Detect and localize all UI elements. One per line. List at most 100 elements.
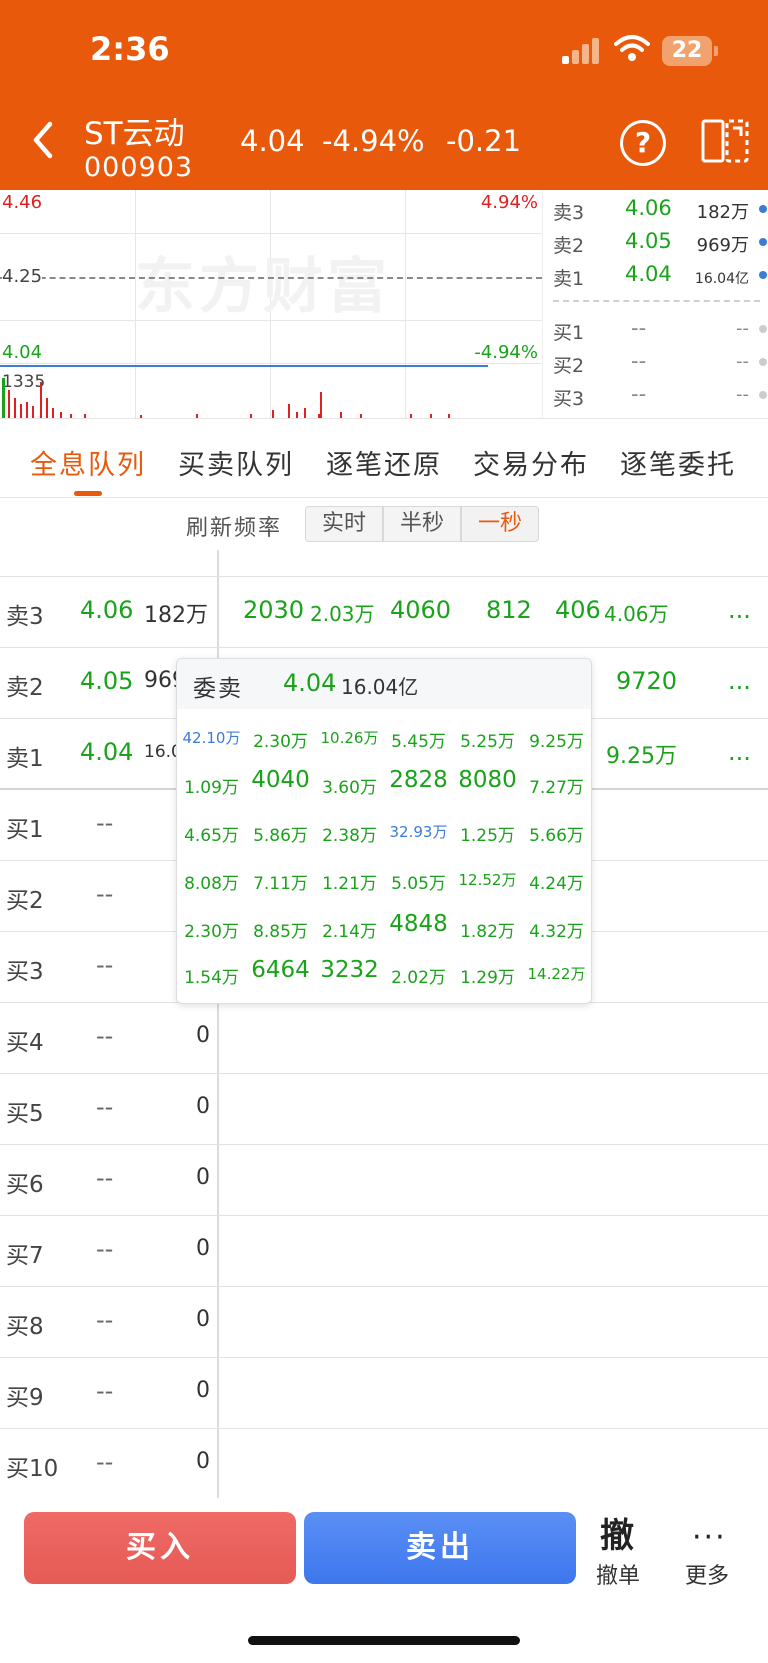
popup-cell: 4040 bbox=[251, 767, 310, 793]
dot-icon bbox=[759, 358, 767, 366]
chart-high-label: 4.46 bbox=[2, 192, 43, 213]
ob-buy2: 买2 -- -- bbox=[553, 347, 768, 377]
row-label: 买6 bbox=[6, 1172, 44, 1198]
row-volume: 182万 bbox=[144, 603, 208, 628]
table-row-partial bbox=[0, 550, 768, 577]
row-label: 卖3 bbox=[6, 604, 44, 630]
switch-layout-icon[interactable] bbox=[700, 118, 750, 164]
sell-button[interactable]: 卖出 bbox=[304, 1512, 576, 1584]
popup-cell: 10.26万 bbox=[320, 729, 379, 747]
ob-price: 4.06 bbox=[625, 196, 672, 220]
more-icon[interactable]: ··· bbox=[692, 1520, 727, 1555]
popup-cell: 7.11万 bbox=[253, 874, 308, 894]
ob-volume: -- bbox=[736, 318, 749, 339]
watermark: 东方财富 bbox=[135, 252, 391, 322]
queue-row-buy6[interactable]: 买6 -- 0 bbox=[0, 1145, 768, 1216]
row-volume: 0 bbox=[196, 1094, 210, 1119]
tab-tick-restore[interactable]: 逐笔还原 bbox=[326, 443, 442, 482]
ob-label: 卖2 bbox=[553, 235, 585, 257]
header-price: 4.04 bbox=[240, 124, 305, 158]
popup-cell: 1.29万 bbox=[460, 968, 515, 988]
row-price: -- bbox=[96, 1022, 114, 1050]
order-detail-popup[interactable]: 委卖 4.04 16.04亿 42.10万 2.30万 10.26万 5.45万 5.2… bbox=[176, 658, 592, 1004]
dot-icon bbox=[759, 205, 767, 213]
buy-button[interactable]: 买入 bbox=[24, 1512, 296, 1584]
help-icon[interactable]: ? bbox=[620, 120, 666, 166]
stock-name: ST云动 bbox=[84, 116, 185, 152]
popup-cell: 8.85万 bbox=[253, 922, 308, 942]
popup-cell: 9.25万 bbox=[529, 732, 584, 752]
row-label: 买2 bbox=[6, 888, 44, 914]
row-volume: 0 bbox=[196, 1165, 210, 1190]
tab-active-indicator bbox=[74, 491, 102, 496]
queue-cell: 4060 bbox=[390, 596, 452, 624]
dot-icon bbox=[759, 238, 767, 246]
wifi-icon bbox=[614, 35, 650, 61]
dot-icon bbox=[759, 271, 767, 279]
refresh-rate-label: 刷新频率 bbox=[186, 516, 283, 541]
row-label: 买1 bbox=[6, 817, 44, 843]
header-change: -0.21 bbox=[446, 124, 522, 158]
refresh-realtime[interactable]: 实时 bbox=[305, 506, 383, 542]
popup-cell: 2.30万 bbox=[184, 922, 239, 942]
row-price: 4.05 bbox=[80, 667, 134, 695]
cancel-order-icon[interactable]: 撤 bbox=[600, 1508, 634, 1557]
order-book-panel[interactable]: 卖3 4.06 182万 卖2 4.05 969万 卖1 4.04 16.04亿… bbox=[542, 190, 768, 418]
queue-row-buy8[interactable]: 买8 -- 0 bbox=[0, 1287, 768, 1358]
row-price: -- bbox=[96, 1235, 114, 1263]
chart-up-pct-label: 4.94% bbox=[480, 192, 538, 213]
intraday-chart[interactable]: 东方财富 4.46 4.94% 4.25 4.04 -4.94% 1335 bbox=[0, 190, 542, 418]
tab-tick-orders[interactable]: 逐笔委托 bbox=[620, 443, 736, 482]
chart-mid-label: 4.25 bbox=[2, 266, 43, 287]
popup-cell: 2.38万 bbox=[322, 826, 377, 846]
row-volume: 0 bbox=[196, 1236, 210, 1261]
popup-cell: 4.65万 bbox=[184, 826, 239, 846]
ob-buy3: 买3 -- -- bbox=[553, 380, 768, 410]
queue-cell: 9720 bbox=[616, 667, 678, 695]
prev-close-line bbox=[0, 277, 542, 279]
popup-cell: 2.14万 bbox=[322, 922, 377, 942]
popup-title: 委卖 bbox=[193, 676, 243, 702]
tab-bar: 全息队列 买卖队列 逐笔还原 交易分布 逐笔委托 bbox=[0, 418, 768, 498]
more-label[interactable]: 更多 bbox=[685, 1558, 729, 1590]
row-label: 卖2 bbox=[6, 675, 44, 701]
queue-row-buy7[interactable]: 买7 -- 0 bbox=[0, 1216, 768, 1287]
header-percent: -4.94% bbox=[322, 124, 425, 158]
queue-row-buy9[interactable]: 买9 -- 0 bbox=[0, 1358, 768, 1429]
queue-row-sell3[interactable]: 卖3 4.06 182万 2030 2.03万 4060 812 406 4.0… bbox=[0, 577, 768, 648]
queue-row-buy10[interactable]: 买10 -- 0 bbox=[0, 1429, 768, 1500]
queue-row-buy5[interactable]: 买5 -- 0 bbox=[0, 1074, 768, 1145]
tab-full-queue[interactable]: 全息队列 bbox=[30, 443, 146, 482]
back-icon[interactable] bbox=[28, 118, 58, 162]
queue-more[interactable]: ... bbox=[728, 667, 751, 695]
popup-cell: 14.22万 bbox=[527, 965, 586, 983]
home-indicator bbox=[248, 1636, 520, 1645]
queue-cell: 9.25万 bbox=[606, 744, 677, 769]
ob-price: 4.05 bbox=[625, 229, 672, 253]
dot-icon bbox=[759, 391, 767, 399]
queue-more[interactable]: ... bbox=[728, 738, 751, 766]
queue-more[interactable]: ... bbox=[728, 596, 751, 624]
ob-label: 买3 bbox=[553, 388, 585, 410]
queue-cell: 4.06万 bbox=[604, 602, 669, 626]
popup-cell: 6464 bbox=[251, 957, 310, 983]
refresh-rate-bar: 刷新频率 实时 半秒 一秒 bbox=[0, 498, 768, 550]
refresh-half-second[interactable]: 半秒 bbox=[383, 506, 461, 542]
cancel-order-label[interactable]: 撤单 bbox=[596, 1558, 640, 1590]
tab-trade-distribution[interactable]: 交易分布 bbox=[473, 443, 589, 482]
popup-cell: 4.32万 bbox=[529, 922, 584, 942]
row-price: -- bbox=[96, 1306, 114, 1334]
popup-cell: 1.82万 bbox=[460, 922, 515, 942]
price-line bbox=[0, 365, 488, 367]
refresh-one-second[interactable]: 一秒 bbox=[461, 506, 539, 542]
ob-separator bbox=[553, 300, 760, 302]
queue-row-buy4[interactable]: 买4 -- 0 bbox=[0, 1003, 768, 1074]
row-volume: 0 bbox=[196, 1307, 210, 1332]
tab-bid-ask-queue[interactable]: 买卖队列 bbox=[178, 443, 294, 482]
battery-icon: 22 bbox=[662, 36, 718, 66]
popup-price: 4.04 bbox=[283, 669, 337, 697]
popup-cell: 2.02万 bbox=[391, 968, 446, 988]
ob-price: 4.04 bbox=[625, 262, 672, 286]
ob-sell1: 卖1 4.04 16.04亿 bbox=[553, 260, 768, 290]
popup-cell: 1.25万 bbox=[460, 826, 515, 846]
